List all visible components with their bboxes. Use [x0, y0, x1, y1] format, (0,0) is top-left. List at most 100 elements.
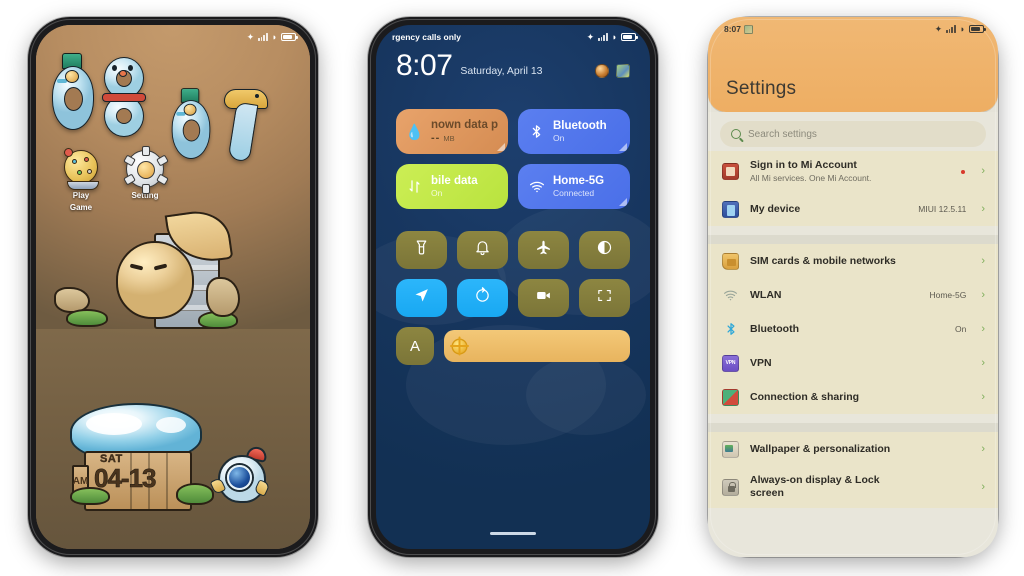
list-item[interactable]: WLAN Home-5G › [708, 278, 998, 312]
settings-status-bar: 8:07 ✦ ◗ [708, 17, 998, 39]
chevron-right-icon: › [981, 442, 985, 455]
status-badge [961, 169, 966, 174]
settings-group-account: Sign in to Mi Account All Mi services. O… [708, 151, 998, 226]
sim-card-icon [722, 252, 739, 270]
phone-device-home: ✦ ◗ Play Game Setting AM SAT 04-13 [28, 17, 318, 557]
setting-gear-icon [123, 146, 169, 194]
list-item[interactable]: Always-on display & Lock screen › [708, 466, 998, 508]
toggle-auto-brightness[interactable]: A [396, 327, 434, 365]
list-item[interactable]: Bluetooth On › [708, 312, 998, 346]
water-drop-icon: 💧 [405, 123, 424, 141]
list-item[interactable]: Wallpaper & personalization › [708, 432, 998, 466]
list-item[interactable]: Connection & sharing › [708, 380, 998, 414]
battery-icon [281, 33, 298, 41]
toggle-screen-recorder[interactable] [518, 279, 569, 317]
list-item[interactable]: VPN VPN › [708, 346, 998, 380]
silent-bell-icon [474, 239, 491, 261]
clock-digit-8 [98, 53, 150, 139]
wallpaper-creature [54, 206, 256, 345]
cc-time: 8:07 [396, 49, 453, 82]
brightness-slider[interactable] [444, 330, 630, 362]
chevron-right-icon: › [981, 356, 985, 369]
clock-digit-0-b [170, 88, 212, 160]
phone-device-control-center: rgency calls only ✦ ◗ 8:07 Saturday, Apr… [368, 17, 658, 557]
settings-group-personalization: Wallpaper & personalization › Always-on … [708, 432, 998, 508]
item-value: MIUI 12.5.11 [918, 204, 967, 214]
tile-data-unit: MB [443, 134, 455, 143]
toggle-flashlight[interactable] [396, 231, 447, 269]
chevron-right-icon: › [981, 288, 985, 301]
bluetooth-icon: ✦ [934, 23, 943, 34]
app-label-line1: Play [72, 191, 90, 200]
home-status-bar: ✦ ◗ [36, 25, 310, 47]
list-item[interactable]: My device MIUI 12.5.11 › [708, 192, 998, 226]
toggle-silent[interactable] [457, 231, 508, 269]
clock-digit-0-a [50, 53, 96, 131]
screenshot-stage: ✦ ◗ Play Game Setting AM SAT 04-13 rgenc… [0, 0, 1024, 576]
search-input[interactable]: Search settings [720, 121, 986, 147]
wifi-icon [528, 179, 545, 195]
control-center-screen: rgency calls only ✦ ◗ 8:07 Saturday, Apr… [376, 25, 650, 549]
item-value: On [954, 324, 967, 334]
tile-mobile-data[interactable]: bile data On [396, 164, 508, 209]
battery-icon [969, 25, 986, 33]
gallery-shortcut-icon[interactable] [616, 64, 630, 78]
wifi-icon: ◗ [271, 31, 277, 42]
auto-rotate-icon [474, 287, 491, 309]
tile-data-plan[interactable]: 💧 nown data pl -- MB [396, 109, 508, 154]
settings-list[interactable]: Search settings Sign in to Mi Account Al… [708, 112, 998, 557]
wallpaper-clock-numbers [50, 53, 296, 163]
toggle-dark-mode[interactable] [579, 231, 630, 269]
tile-corner-handle[interactable] [619, 198, 627, 206]
tile-data-value: -- [431, 132, 441, 144]
bluetooth-icon [528, 124, 545, 139]
tile-subtitle: On [431, 188, 443, 198]
tile-title: bile data [431, 175, 478, 187]
list-item[interactable]: SIM cards & mobile networks › [708, 244, 998, 278]
chevron-right-icon: › [981, 165, 985, 177]
group-divider [708, 423, 998, 432]
tile-corner-handle[interactable] [497, 143, 505, 151]
settings-screen: 8:07 ✦ ◗ Settings Search settings Sign i… [708, 17, 998, 557]
home-screen: ✦ ◗ Play Game Setting AM SAT 04-13 [36, 25, 310, 549]
item-title: Wallpaper & personalization [750, 442, 891, 455]
toggle-auto-rotate[interactable] [457, 279, 508, 317]
toggle-location[interactable] [396, 279, 447, 317]
tile-title: Bluetooth [553, 120, 607, 132]
tile-subtitle: Connected [553, 188, 595, 198]
settings-shortcut-icon[interactable] [595, 64, 609, 78]
wallpaper-robot [209, 445, 271, 507]
app-play-game[interactable]: Play Game [56, 148, 106, 212]
chevron-right-icon: › [981, 254, 985, 267]
tile-bluetooth[interactable]: Bluetooth On [518, 109, 630, 154]
tile-corner-handle[interactable] [619, 143, 627, 151]
wallpaper-icon [722, 440, 739, 458]
status-right: ✦ ◗ [247, 31, 298, 42]
dark-mode-icon [596, 239, 613, 261]
list-item[interactable]: Sign in to Mi Account All Mi services. O… [708, 151, 998, 192]
item-title: My device [750, 202, 801, 215]
toggle-airplane-mode[interactable] [518, 231, 569, 269]
status-left: 8:07 [724, 24, 754, 34]
cc-date: Saturday, April 13 [460, 65, 543, 77]
search-icon [731, 129, 741, 139]
bluetooth-icon: ✦ [586, 31, 595, 42]
item-subtitle: All Mi services. One Mi Account. [750, 173, 872, 183]
cc-toggle-row-1 [396, 231, 630, 269]
cc-shortcuts [595, 64, 630, 81]
cc-toggle-row-2 [396, 279, 630, 317]
home-app-grid: Play Game Setting [36, 53, 310, 212]
app-setting[interactable]: Setting [120, 146, 170, 212]
search-placeholder: Search settings [748, 128, 817, 140]
flashlight-icon [413, 239, 430, 261]
cc-clock-block: 8:07 Saturday, April 13 [376, 51, 650, 81]
item-title: Connection & sharing [750, 390, 860, 403]
tile-title: Home-5G [553, 175, 605, 187]
chevron-right-icon: › [981, 390, 985, 403]
signal-bars-icon [258, 33, 268, 41]
tile-wifi[interactable]: Home-5G Connected [518, 164, 630, 209]
home-indicator[interactable] [490, 532, 536, 535]
toggle-scanner[interactable] [579, 279, 630, 317]
item-title: SIM cards & mobile networks [750, 254, 896, 267]
phone-device-settings: 8:07 ✦ ◗ Settings Search settings Sign i… [708, 17, 998, 557]
